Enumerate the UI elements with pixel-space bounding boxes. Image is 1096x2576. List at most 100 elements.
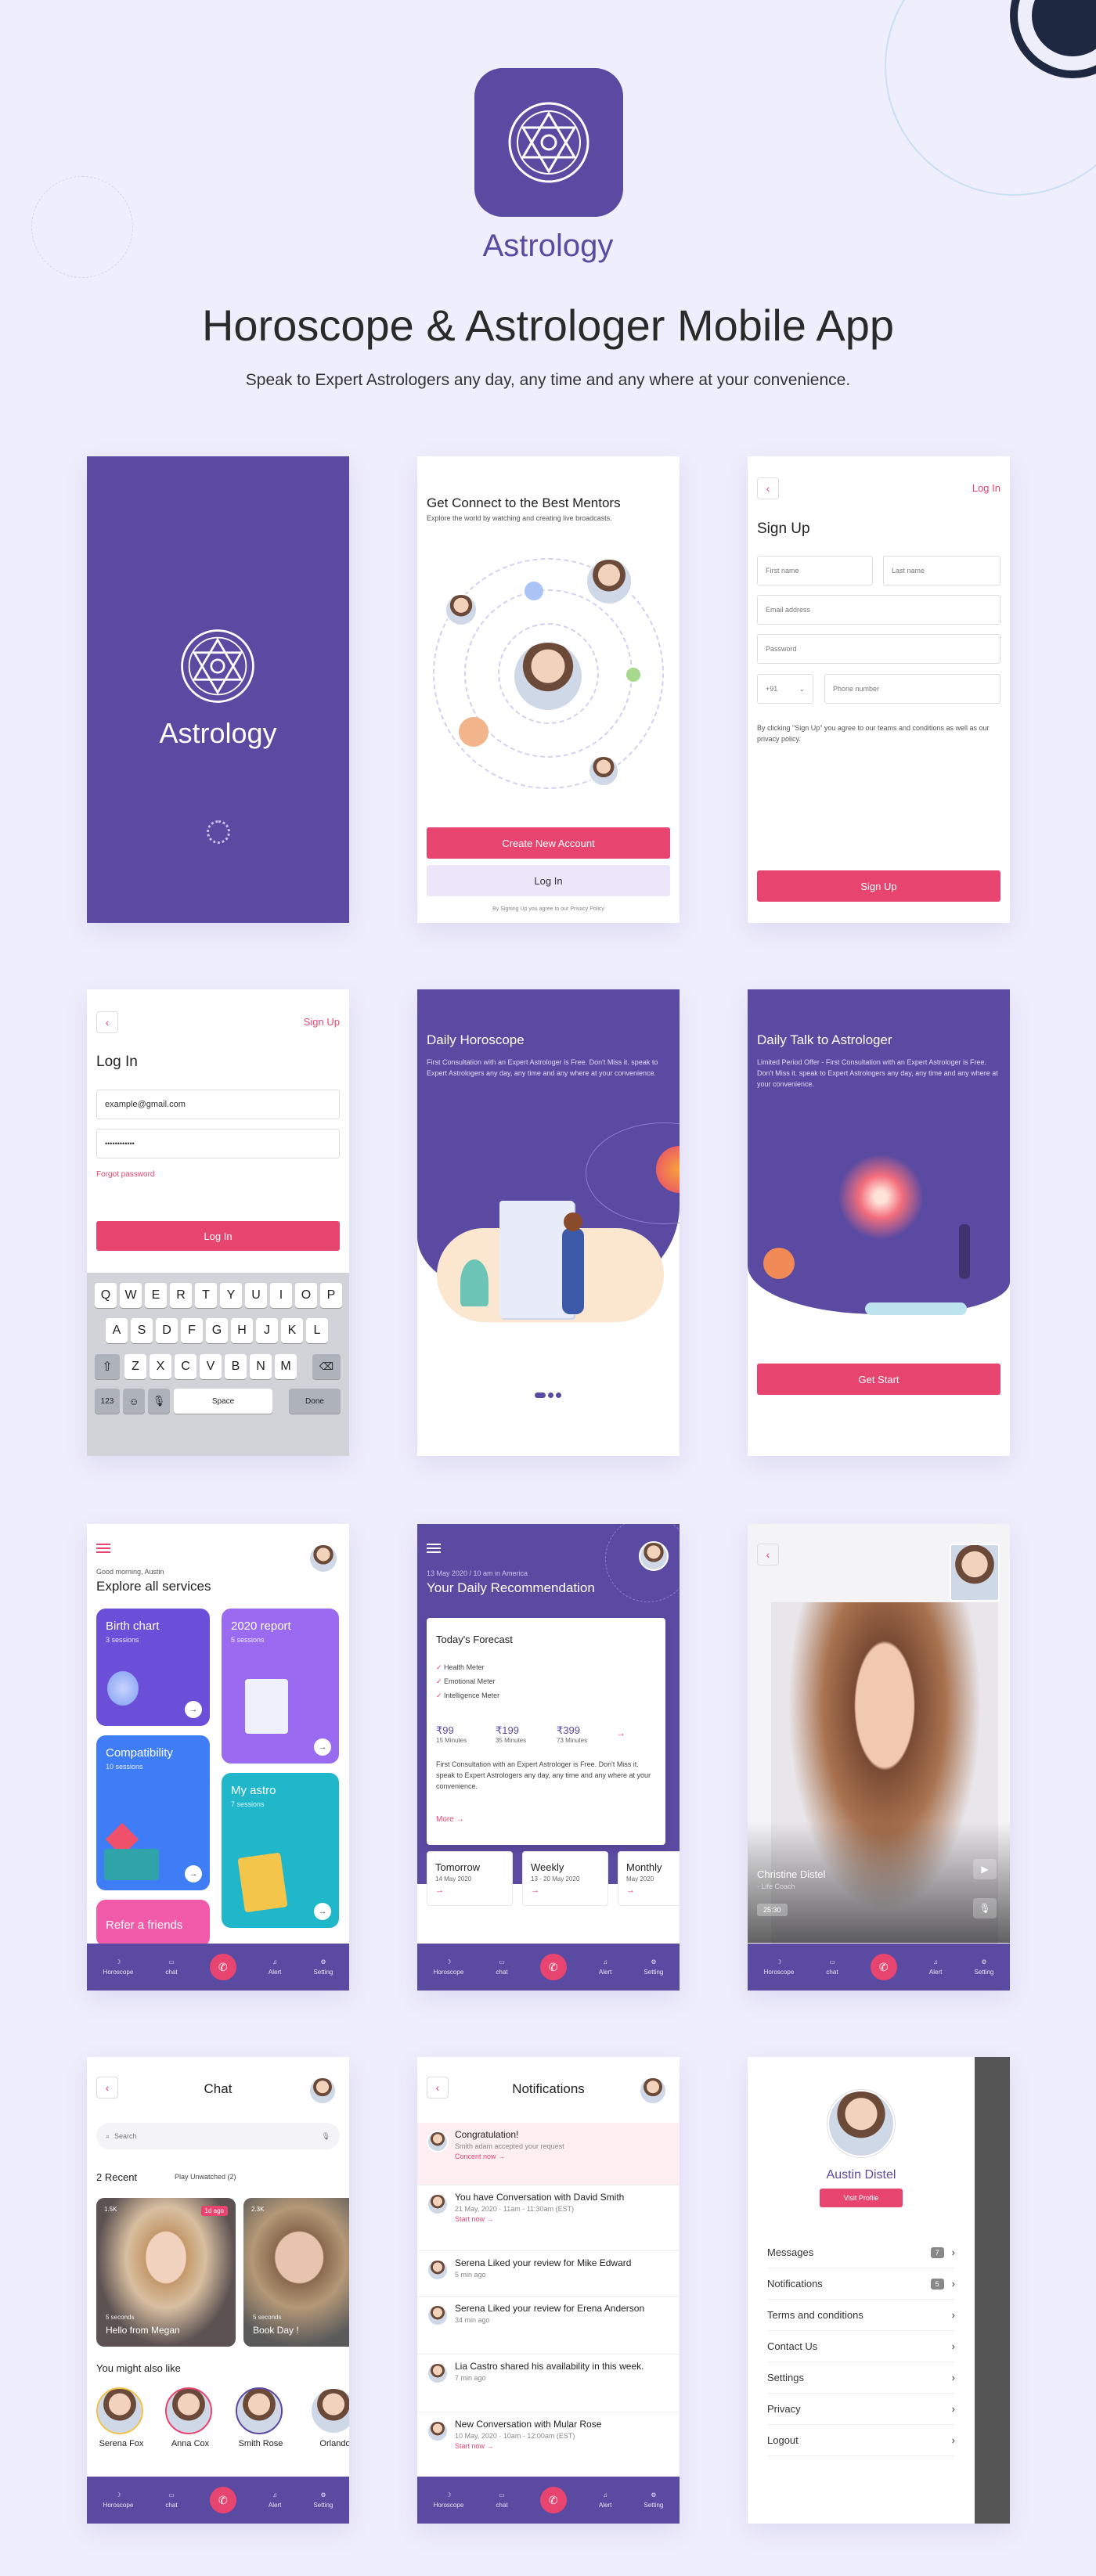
last-name-field[interactable]: Last name	[883, 556, 1000, 585]
key-u[interactable]: U	[245, 1283, 267, 1308]
key-x[interactable]: X	[150, 1354, 171, 1379]
tab-horoscope[interactable]: ☽ Horoscope	[764, 1958, 795, 1976]
menu-item-notifications[interactable]: Notifications 5 ›	[767, 2268, 955, 2300]
story-card[interactable]: 1.5K 1d ago 5 seconds Hello from Megan	[96, 2198, 236, 2347]
arrow-right-icon[interactable]: →	[185, 1701, 202, 1718]
price-option[interactable]: ₹399 73 Minutes	[557, 1724, 587, 1744]
call-button[interactable]: ✆	[209, 1954, 236, 1980]
price-option[interactable]: ₹99 15 Minutes	[436, 1724, 467, 1744]
suggested-person[interactable]: Smith Rose	[236, 2387, 286, 2448]
password-field[interactable]: Password	[757, 634, 1000, 664]
tab-alert[interactable]: ♫ Alert	[929, 1958, 942, 1976]
tab-horoscope[interactable]: ☽ Horoscope	[103, 1958, 134, 1976]
tab-setting[interactable]: ⚙ Setting	[313, 1958, 333, 1976]
notification-link[interactable]: Concent now →	[455, 2153, 670, 2160]
tab-setting[interactable]: ⚙ Setting	[644, 1958, 663, 1976]
camera-icon[interactable]: ▶	[973, 1859, 997, 1879]
menu-icon[interactable]	[96, 1544, 110, 1545]
key-e[interactable]: E	[145, 1283, 167, 1308]
suggested-person[interactable]: Anna Cox	[165, 2387, 215, 2448]
key-b[interactable]: B	[225, 1354, 247, 1379]
back-button[interactable]: ‹	[96, 1011, 118, 1033]
visit-profile-button[interactable]: Visit Profile	[820, 2189, 903, 2207]
key-a[interactable]: A	[106, 1318, 128, 1343]
tab-alert[interactable]: ♫ Alert	[269, 2491, 281, 2509]
key-k[interactable]: K	[281, 1318, 303, 1343]
space-key[interactable]: Space	[174, 1389, 272, 1414]
period-card-weekly[interactable]: Weekly 13 - 20 May 2020 →	[522, 1851, 608, 1906]
notification-item[interactable]: Lia Castro shared his availability in th…	[417, 2354, 680, 2412]
create-account-button[interactable]: Create New Account	[427, 827, 670, 859]
suggested-person[interactable]: Serena Fox	[96, 2387, 146, 2448]
tab-horoscope[interactable]: ☽ Horoscope	[434, 1958, 464, 1976]
key-n[interactable]: N	[250, 1354, 272, 1379]
key-z[interactable]: Z	[124, 1354, 146, 1379]
back-button[interactable]: ‹	[757, 477, 779, 499]
story-card[interactable]: 2.3K 5 seconds Book Day !	[243, 2198, 349, 2347]
tab-chat[interactable]: ▭ chat	[826, 1958, 838, 1976]
key-l[interactable]: L	[306, 1318, 328, 1343]
tab-horoscope[interactable]: ☽ Horoscope	[103, 2491, 134, 2509]
tab-horoscope[interactable]: ☽ Horoscope	[434, 2491, 464, 2509]
key-y[interactable]: Y	[220, 1283, 242, 1308]
tab-alert[interactable]: ♫ Alert	[599, 2491, 611, 2509]
menu-item-contact[interactable]: Contact Us ›	[767, 2331, 955, 2362]
tab-alert[interactable]: ♫ Alert	[599, 1958, 611, 1976]
key-j[interactable]: J	[256, 1318, 278, 1343]
microphone-key-icon[interactable]: 🎙	[148, 1389, 170, 1414]
service-card-my-astro[interactable]: My astro 7 sessions →	[222, 1773, 339, 1928]
done-key[interactable]: Done	[289, 1389, 341, 1414]
notification-item[interactable]: You have Conversation with David Smith 2…	[417, 2185, 680, 2251]
notification-item[interactable]: Serena Liked your review for Mike Edward…	[417, 2251, 680, 2297]
phone-field[interactable]: Phone number	[824, 674, 1000, 704]
arrow-right-icon[interactable]: →	[185, 1865, 202, 1882]
key-p[interactable]: P	[320, 1283, 342, 1308]
menu-item-logout[interactable]: Logout ›	[767, 2425, 955, 2456]
more-link[interactable]: More →	[436, 1815, 464, 1824]
key-g[interactable]: G	[206, 1318, 228, 1343]
signup-button[interactable]: Sign Up	[757, 870, 1000, 902]
arrow-right-icon[interactable]: →	[616, 1728, 626, 1738]
tab-chat[interactable]: ▭ chat	[165, 2491, 177, 2509]
delete-key[interactable]: ⌫	[312, 1354, 341, 1379]
login-button[interactable]: Log In	[427, 865, 670, 896]
play-unwatched-link[interactable]: Play Unwatched (2)	[175, 2173, 236, 2181]
checkbox-item[interactable]: ✓ Intelligence Meter	[436, 1688, 499, 1702]
service-card-2020-report[interactable]: 2020 report 5 sessions →	[222, 1609, 339, 1764]
avatar[interactable]	[308, 1544, 338, 1573]
login-link[interactable]: Log In	[972, 482, 1000, 494]
page-indicator[interactable]	[535, 1392, 563, 1399]
key-d[interactable]: D	[156, 1318, 178, 1343]
login-button[interactable]: Log In	[96, 1221, 340, 1251]
tab-chat[interactable]: ▭ chat	[165, 1958, 177, 1976]
call-button[interactable]: ✆	[870, 1954, 897, 1980]
menu-icon[interactable]	[427, 1544, 441, 1545]
avatar[interactable]	[639, 1541, 669, 1571]
email-field[interactable]: example@gmail.com	[96, 1090, 340, 1119]
notification-link[interactable]: Start now →	[455, 2442, 670, 2450]
call-button[interactable]: ✆	[539, 1954, 567, 1980]
notification-item[interactable]: New Conversation with Mular Rose 10 May,…	[417, 2412, 680, 2472]
shift-key[interactable]: ⇧	[95, 1354, 120, 1379]
forgot-password-link[interactable]: Forgot password	[96, 1170, 154, 1179]
checkbox-item[interactable]: ✓ Health Meter	[436, 1660, 499, 1674]
notification-item[interactable]: Congratulation! Smith adam accepted your…	[417, 2123, 680, 2185]
self-video-thumbnail[interactable]	[950, 1544, 1000, 1601]
key-t[interactable]: T	[195, 1283, 217, 1308]
tab-chat[interactable]: ▭ chat	[496, 1958, 507, 1976]
key-q[interactable]: Q	[95, 1283, 117, 1308]
first-name-field[interactable]: First name	[757, 556, 873, 585]
key-c[interactable]: C	[175, 1354, 196, 1379]
tab-chat[interactable]: ▭ chat	[496, 2491, 507, 2509]
email-field[interactable]: Email address	[757, 595, 1000, 625]
notification-item[interactable]: Serena Liked your review for Erena Ander…	[417, 2297, 680, 2354]
call-button[interactable]: ✆	[539, 2487, 567, 2513]
key-m[interactable]: M	[275, 1354, 297, 1379]
tab-setting[interactable]: ⚙ Setting	[974, 1958, 993, 1976]
tab-setting[interactable]: ⚙ Setting	[313, 2491, 333, 2509]
profile-avatar[interactable]	[827, 2090, 895, 2157]
get-start-button[interactable]: Get Start	[757, 1364, 1000, 1395]
price-option[interactable]: ₹199 35 Minutes	[496, 1724, 526, 1744]
key-v[interactable]: V	[200, 1354, 222, 1379]
period-card-tomorrow[interactable]: Tomorrow 14 May 2020 →	[427, 1851, 513, 1906]
